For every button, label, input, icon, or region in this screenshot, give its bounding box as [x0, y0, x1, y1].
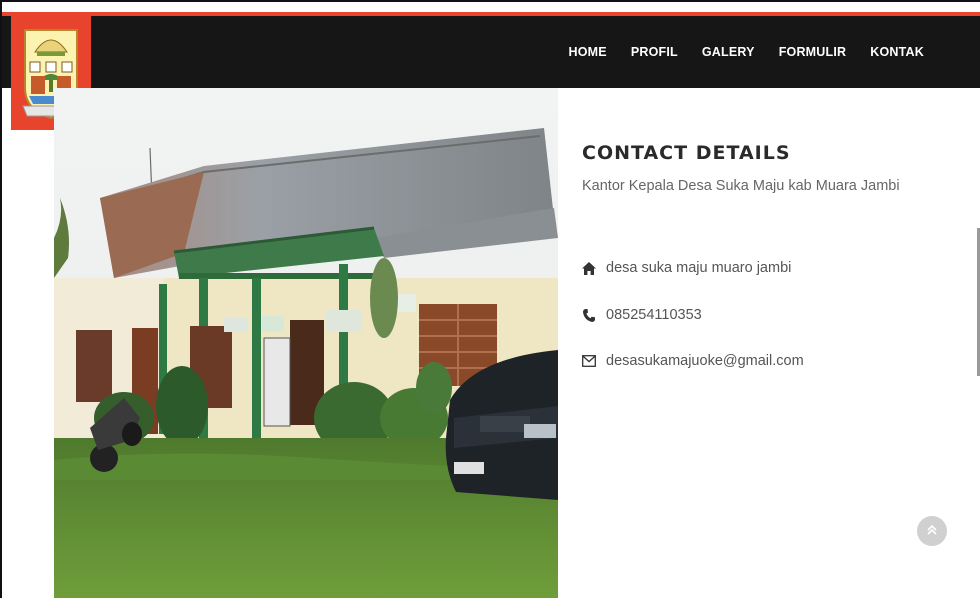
- envelope-icon: [582, 353, 596, 369]
- contact-subtitle: Kantor Kepala Desa Suka Maju kab Muara J…: [582, 178, 900, 194]
- contact-title: CONTACT DETAILS: [582, 142, 791, 164]
- contact-phone: 085254110353: [582, 307, 702, 323]
- office-photo: [54, 88, 558, 598]
- page-frame: HOME PROFIL GALERY FORMULIR KONTAK CONTA…: [0, 0, 980, 598]
- nav-item-profil[interactable]: PROFIL: [631, 45, 678, 59]
- nav-item-kontak[interactable]: KONTAK: [870, 45, 924, 59]
- nav-item-formulir[interactable]: FORMULIR: [779, 45, 847, 59]
- contact-address-text: desa suka maju muaro jambi: [606, 260, 792, 276]
- phone-icon: [582, 307, 596, 323]
- nav-menu: HOME PROFIL GALERY FORMULIR KONTAK: [569, 16, 925, 88]
- back-to-top-button[interactable]: [917, 516, 947, 546]
- home-icon: [582, 260, 596, 276]
- contact-email: desasukamajuoke@gmail.com: [582, 353, 804, 369]
- contact-details: CONTACT DETAILS Kantor Kepala Desa Suka …: [582, 142, 942, 194]
- contact-address: desa suka maju muaro jambi: [582, 260, 791, 276]
- double-chevron-up-icon: [927, 522, 937, 540]
- nav-item-home[interactable]: HOME: [569, 45, 607, 59]
- navbar: HOME PROFIL GALERY FORMULIR KONTAK: [2, 16, 980, 88]
- contact-email-text[interactable]: desasukamajuoke@gmail.com: [606, 353, 804, 369]
- contact-phone-text[interactable]: 085254110353: [606, 307, 702, 323]
- nav-item-galery[interactable]: GALERY: [702, 45, 755, 59]
